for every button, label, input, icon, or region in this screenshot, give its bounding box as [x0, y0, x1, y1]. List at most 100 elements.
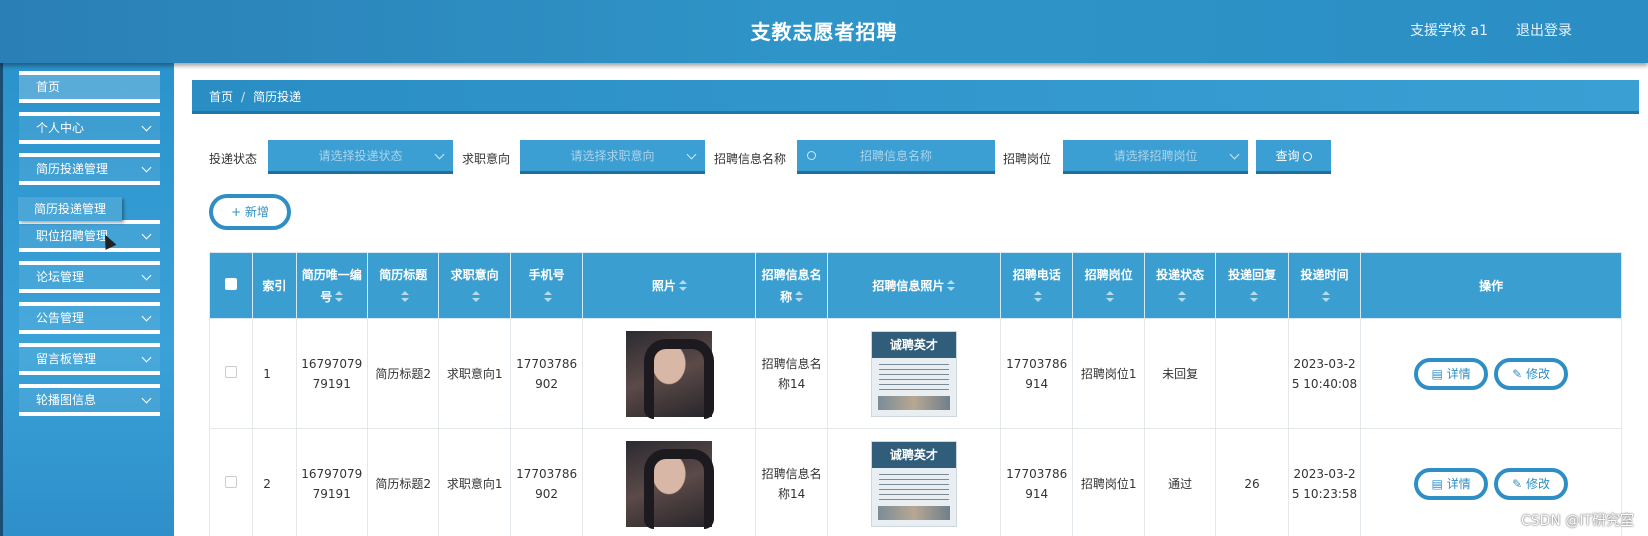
cell-recruit-phone: 17703786914	[999, 428, 1074, 536]
sidebar-item-job-recruitment[interactable]: 职位招聘管理	[19, 220, 160, 252]
poster-text-lines	[878, 363, 949, 394]
chevron-down-icon	[141, 393, 152, 404]
header-index: 索引	[252, 252, 297, 319]
query-button[interactable]: 查询	[1256, 140, 1331, 174]
app-title: 支教志愿者招聘	[750, 20, 898, 44]
chevron-down-icon	[434, 149, 445, 160]
header-time[interactable]: 投递时间	[1287, 252, 1362, 319]
applicant-photo[interactable]	[626, 440, 715, 529]
header-position[interactable]: 招聘岗位	[1072, 252, 1145, 319]
sidebar-item-label: 个人中心	[36, 121, 85, 135]
sidebar-item-carousel[interactable]: 轮播图信息	[19, 384, 160, 416]
sidebar-item-forum[interactable]: 论坛管理	[19, 261, 160, 293]
table-header-row: 索引 简历唯一编号 简历标题 求职意向 手机号 照片 招聘信息名称 招聘信息照片…	[208, 252, 1622, 319]
submenu-resume-delivery-management[interactable]: 简历投递管理	[18, 197, 122, 221]
cell-resume-id: 1679707979191	[295, 318, 368, 429]
position-select-placeholder: 请选择招聘岗位	[1113, 149, 1198, 163]
header-intent[interactable]: 求职意向	[438, 252, 511, 319]
sort-icon[interactable]	[1322, 291, 1331, 303]
watermark: CSDN @IT研究室	[1520, 513, 1634, 529]
sort-icon[interactable]	[400, 291, 409, 303]
sidebar-item-label: 留言板管理	[36, 352, 97, 366]
top-header: 支教志愿者招聘 支援学校 a1 退出登录	[0, 0, 1648, 63]
chevron-down-icon	[686, 149, 697, 160]
intent-select[interactable]: 请选择求职意向	[520, 140, 705, 174]
applicant-photo[interactable]	[626, 330, 715, 419]
header-recruit-name[interactable]: 招聘信息名称	[755, 252, 828, 319]
cell-resume-title: 简历标题2	[366, 318, 440, 429]
sidebar-item-resume-delivery[interactable]: 简历投递管理	[19, 153, 160, 185]
sidebar-item-label: 简历投递管理	[36, 162, 109, 176]
sort-icon[interactable]	[472, 291, 481, 303]
cell-actions: ▤ 详情 ✎ 修改	[1360, 318, 1622, 429]
chevron-down-icon	[1229, 149, 1240, 160]
select-all-checkbox[interactable]	[225, 277, 238, 290]
header-reply[interactable]: 投递回复	[1215, 252, 1289, 319]
row-select-cell[interactable]	[208, 318, 254, 429]
poster-footer-image	[877, 395, 950, 410]
recruit-name-input[interactable]: 招聘信息名称	[797, 140, 995, 174]
sort-icon[interactable]	[678, 280, 687, 292]
sidebar-item-home[interactable]: 首页	[19, 71, 160, 103]
sidebar-item-personal-center[interactable]: 个人中心	[19, 112, 160, 144]
breadcrumb-home[interactable]: 首页	[209, 90, 233, 104]
recruit-poster-image[interactable]: 诚聘英才	[870, 440, 957, 527]
cell-time: 2023-03-25 10:23:58	[1287, 428, 1362, 536]
sidebar-item-label: 职位招聘管理	[36, 229, 109, 243]
intent-filter-label: 求职意向	[462, 152, 511, 166]
logout-link[interactable]: 退出登录	[1516, 20, 1572, 40]
cell-reply	[1215, 318, 1289, 429]
sort-icon[interactable]	[1034, 291, 1043, 303]
add-button[interactable]: + 新增	[209, 194, 291, 230]
cell-position: 招聘岗位1	[1072, 428, 1145, 536]
status-filter-label: 投递状态	[209, 152, 258, 166]
row-checkbox[interactable]	[225, 365, 238, 378]
cell-intent: 求职意向1	[438, 318, 511, 429]
header-label: 投递状态	[1156, 267, 1205, 282]
header-status[interactable]: 投递状态	[1143, 252, 1217, 319]
row-checkbox[interactable]	[225, 475, 238, 488]
cell-time: 2023-03-25 10:40:08	[1287, 318, 1362, 429]
detail-button[interactable]: ▤ 详情	[1414, 467, 1489, 500]
sort-icon[interactable]	[544, 291, 553, 303]
header-label: 投递时间	[1300, 267, 1349, 282]
position-select[interactable]: 请选择招聘岗位	[1063, 140, 1248, 174]
search-icon	[1302, 152, 1312, 161]
chevron-down-icon	[141, 270, 152, 281]
table-row: 1 1679707979191 简历标题2 求职意向1 17703786902 …	[208, 318, 1622, 429]
header-label: 招聘电话	[1012, 267, 1061, 282]
sidebar-item-label: 轮播图信息	[36, 393, 97, 407]
intent-select-placeholder: 请选择求职意向	[570, 149, 655, 163]
header-recruit-phone[interactable]: 招聘电话	[999, 252, 1074, 319]
search-icon	[807, 151, 816, 160]
header-photo[interactable]: 照片	[582, 252, 757, 319]
edit-button-label: 修改	[1526, 476, 1551, 491]
row-select-cell[interactable]	[208, 428, 254, 536]
sort-icon[interactable]	[335, 291, 344, 303]
sidebar-item-message-board[interactable]: 留言板管理	[19, 343, 160, 375]
sort-icon[interactable]	[1249, 291, 1258, 303]
sidebar-item-announcements[interactable]: 公告管理	[19, 302, 160, 334]
edit-button[interactable]: ✎ 修改	[1494, 357, 1569, 390]
cell-position: 招聘岗位1	[1072, 318, 1145, 429]
select-all-cell[interactable]	[208, 252, 254, 319]
breadcrumb-separator: /	[241, 90, 246, 104]
sort-icon[interactable]	[1177, 291, 1186, 303]
header-recruit-photo[interactable]: 招聘信息照片	[826, 252, 1001, 319]
edit-button[interactable]: ✎ 修改	[1494, 467, 1569, 500]
sort-icon[interactable]	[1106, 291, 1115, 303]
poster-footer-image	[877, 505, 950, 520]
cell-reply: 26	[1215, 428, 1289, 536]
header-phone[interactable]: 手机号	[509, 252, 584, 319]
sidebar: 首页 个人中心 简历投递管理 职位招聘管理 论坛管理 公告管理 留言板管理 轮播…	[0, 63, 174, 536]
header-resume-id[interactable]: 简历唯一编号	[295, 252, 368, 319]
header-resume-title[interactable]: 简历标题	[366, 252, 440, 319]
status-select-placeholder: 请选择投递状态	[318, 149, 403, 163]
sort-icon[interactable]	[795, 291, 804, 303]
current-user[interactable]: 支援学校 a1	[1410, 20, 1488, 40]
cell-resume-title: 简历标题2	[366, 428, 440, 536]
recruit-poster-image[interactable]: 诚聘英才	[870, 330, 957, 417]
sort-icon[interactable]	[947, 280, 956, 292]
detail-button[interactable]: ▤ 详情	[1414, 357, 1489, 390]
status-select[interactable]: 请选择投递状态	[268, 140, 453, 174]
